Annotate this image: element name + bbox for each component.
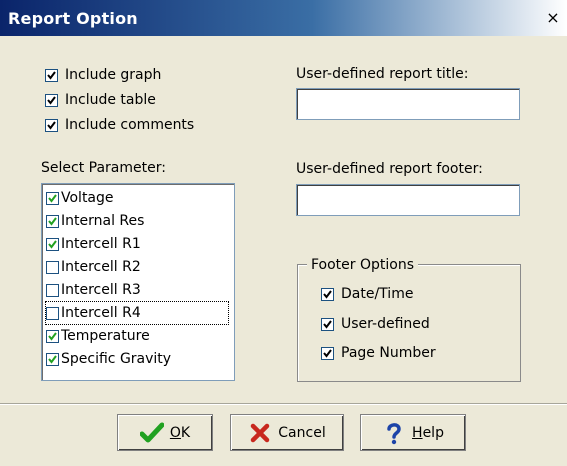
footer-date-time-label: Date/Time [341, 286, 414, 302]
list-item[interactable]: Voltage [46, 187, 114, 209]
checkbox-box [321, 287, 334, 301]
list-item[interactable]: Intercell R3 [46, 279, 141, 301]
question-mark-icon [382, 421, 406, 445]
list-item-label: Voltage [61, 190, 114, 206]
list-item[interactable]: Intercell R2 [46, 256, 141, 278]
checkbox-box [46, 283, 59, 297]
list-item[interactable]: Intercell R1 [46, 233, 141, 255]
include-comments-label: Include comments [65, 117, 195, 133]
list-item-label: Intercell R1 [61, 236, 141, 252]
report-option-dialog: Report Option × Include graph Include ta… [0, 0, 567, 466]
checkbox-box [321, 317, 334, 331]
help-label: Help [412, 424, 444, 441]
cancel-button[interactable]: Cancel [230, 414, 344, 451]
parameter-list[interactable]: Voltage Internal Res Intercell R1 Interc… [41, 183, 235, 381]
list-item-label: Intercell R3 [61, 282, 141, 298]
include-comments-checkbox[interactable]: Include comments [45, 117, 194, 133]
close-icon[interactable]: × [545, 10, 561, 26]
footer-page-number-checkbox[interactable]: Page Number [321, 345, 436, 361]
footer-options-legend: Footer Options [307, 257, 419, 273]
dialog-body: Include graph Include table Include comm… [0, 36, 567, 466]
checkbox-box [46, 329, 59, 343]
window-title: Report Option [8, 9, 138, 28]
list-item-label: Intercell R2 [61, 259, 141, 275]
checkbox-box [321, 346, 334, 360]
cancel-label: Cancel [278, 424, 326, 441]
checkbox-box [45, 68, 58, 82]
include-graph-label: Include graph [65, 67, 162, 83]
report-footer-label: User-defined report footer: [296, 161, 483, 177]
green-check-icon [139, 421, 164, 445]
footer-user-defined-label: User-defined [341, 316, 430, 332]
report-title-label: User-defined report title: [296, 66, 469, 82]
include-graph-checkbox[interactable]: Include graph [45, 67, 161, 83]
list-item[interactable]: Intercell R4 [45, 301, 229, 325]
include-table-checkbox[interactable]: Include table [45, 92, 156, 108]
report-footer-input[interactable] [296, 184, 520, 216]
select-parameter-label: Select Parameter: [41, 160, 166, 176]
report-title-input[interactable] [296, 88, 520, 120]
checkbox-box [45, 118, 58, 132]
footer-date-time-checkbox[interactable]: Date/Time [321, 286, 413, 302]
footer-user-defined-checkbox[interactable]: User-defined [321, 316, 430, 332]
checkbox-box [45, 93, 58, 107]
list-item-label: Specific Gravity [61, 351, 172, 367]
checkbox-box [46, 260, 59, 274]
checkbox-box [46, 237, 59, 251]
checkbox-box [46, 191, 59, 205]
footer-page-number-label: Page Number [341, 345, 436, 361]
list-item-label: Internal Res [61, 213, 145, 229]
checkbox-box [46, 352, 59, 366]
list-item-label: Temperature [61, 328, 150, 344]
title-bar: Report Option × [0, 0, 567, 36]
red-x-icon [248, 421, 272, 445]
checkbox-box [46, 214, 59, 228]
checkbox-box [46, 306, 59, 320]
help-button[interactable]: Help [360, 414, 466, 451]
include-table-label: Include table [65, 92, 156, 108]
list-item[interactable]: Internal Res [46, 210, 144, 232]
button-separator [0, 403, 567, 404]
list-item-label: Intercell R4 [61, 305, 141, 321]
ok-label: OK [169, 424, 191, 441]
list-item[interactable]: Temperature [46, 325, 150, 347]
list-item[interactable]: Specific Gravity [46, 348, 171, 370]
ok-button[interactable]: OK [117, 414, 213, 451]
